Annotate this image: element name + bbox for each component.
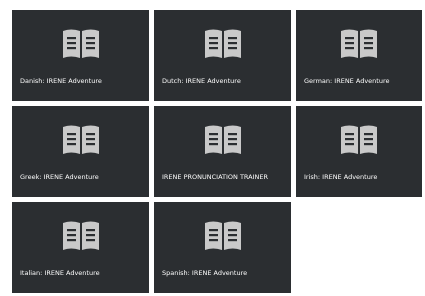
book-icon [341, 125, 377, 154]
course-title: Greek: IRENE Adventure [20, 173, 99, 181]
course-tile-dutch[interactable]: Dutch: IRENE Adventure [154, 10, 291, 101]
book-icon [341, 29, 377, 58]
course-title: Danish: IRENE Adventure [20, 77, 102, 85]
book-icon [204, 29, 241, 58]
course-title: Dutch: IRENE Adventure [162, 77, 241, 85]
course-title: IRENE PRONUNCIATION TRAINER [162, 173, 269, 181]
course-tile-pronunciation-trainer[interactable]: IRENE PRONUNCIATION TRAINER [154, 106, 291, 197]
course-tile-danish[interactable]: Danish: IRENE Adventure [12, 10, 149, 101]
course-title: Italian: IRENE Adventure [20, 269, 100, 277]
book-icon [62, 29, 99, 58]
course-title: Spanish: IRENE Adventure [162, 269, 248, 277]
course-title: German: IRENE Adventure [304, 77, 390, 85]
book-icon [204, 125, 241, 154]
course-grid: Danish: IRENE Adventure Dutch: IRENE Adv… [12, 10, 422, 293]
book-icon [204, 221, 241, 250]
course-tile-german[interactable]: German: IRENE Adventure [296, 10, 422, 101]
course-tile-irish[interactable]: Irish: IRENE Adventure [296, 106, 422, 197]
course-tile-spanish[interactable]: Spanish: IRENE Adventure [154, 202, 291, 293]
course-title: Irish: IRENE Adventure [304, 173, 378, 181]
course-tile-italian[interactable]: Italian: IRENE Adventure [12, 202, 149, 293]
book-icon [62, 125, 99, 154]
book-icon [62, 221, 99, 250]
course-tile-greek[interactable]: Greek: IRENE Adventure [12, 106, 149, 197]
